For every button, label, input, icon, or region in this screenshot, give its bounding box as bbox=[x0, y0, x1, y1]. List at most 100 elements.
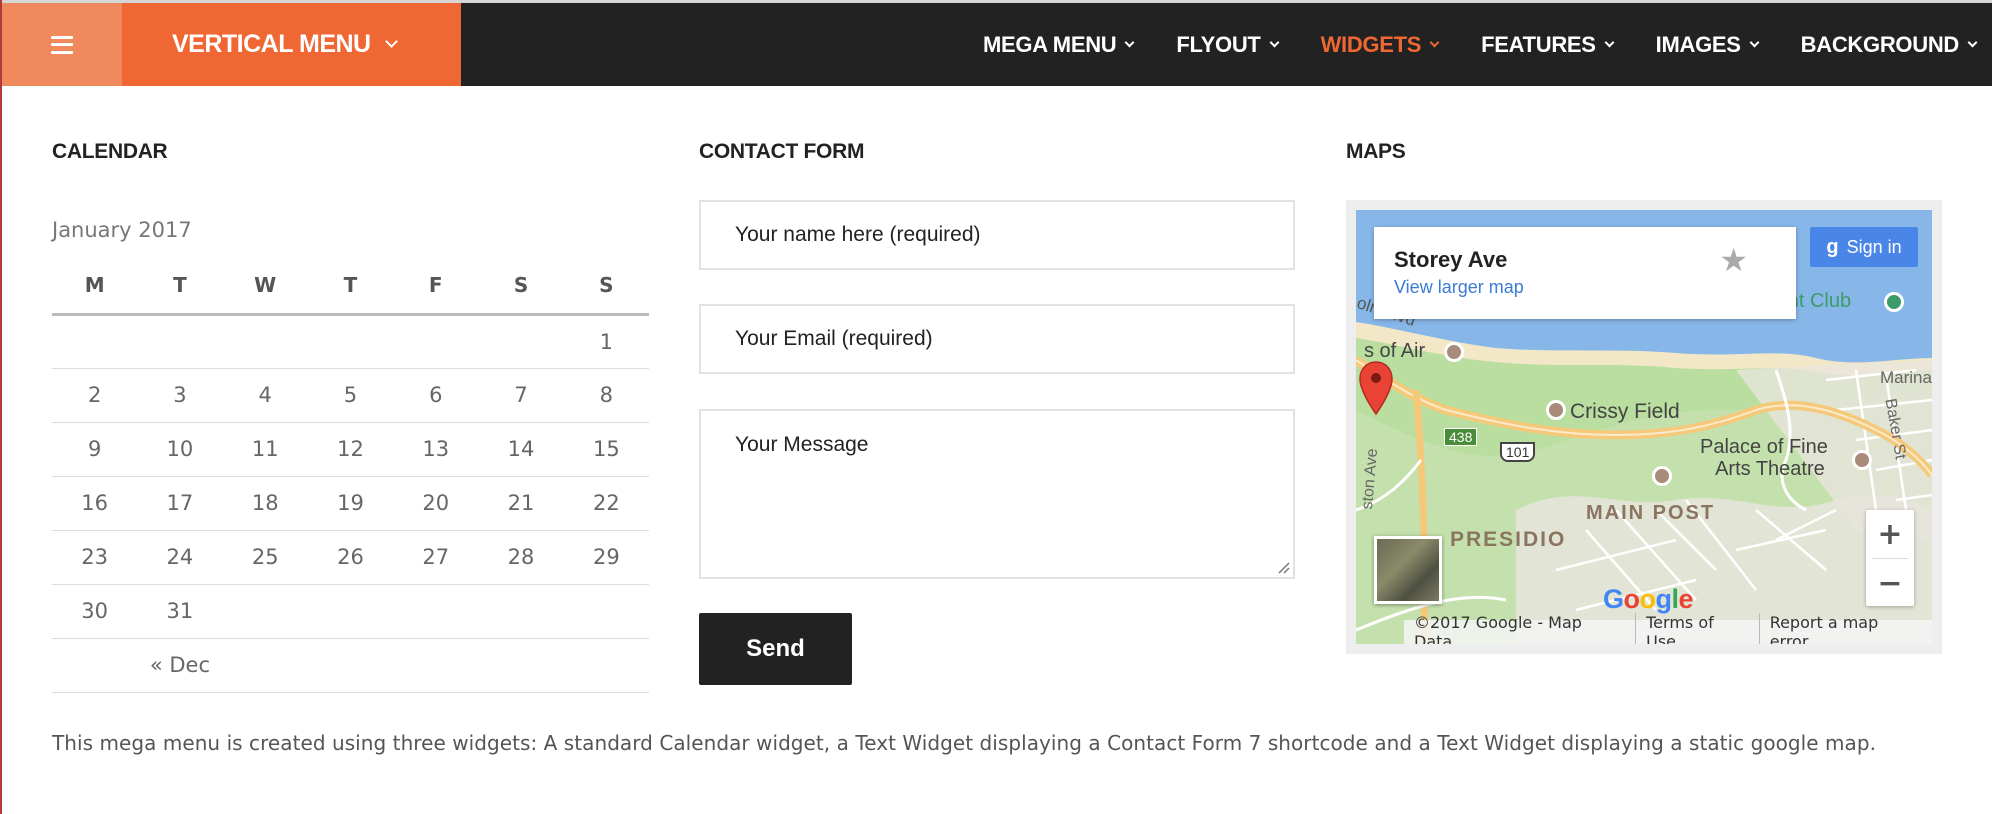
name-field-placeholder: Your name here (required) bbox=[735, 223, 981, 246]
chevron-down-icon bbox=[1604, 37, 1615, 47]
chevron-down-icon bbox=[1124, 37, 1135, 47]
email-field[interactable]: Your Email (required) bbox=[699, 304, 1295, 374]
map-pin-icon[interactable] bbox=[1358, 360, 1394, 416]
calendar-day bbox=[478, 584, 564, 639]
calendar-day: 13 bbox=[393, 422, 479, 477]
satellite-view-toggle[interactable] bbox=[1374, 536, 1442, 604]
map-attribution-bar: ©2017 Google - Map Data Terms of Use Rep… bbox=[1404, 613, 1932, 644]
map-zoom-controls: + − bbox=[1866, 510, 1914, 606]
hamburger-icon bbox=[51, 35, 73, 54]
calendar-day: 31 bbox=[137, 584, 223, 639]
nav-item-flyout[interactable]: FLYOUT bbox=[1176, 32, 1280, 58]
nav-item-images[interactable]: IMAGES bbox=[1655, 31, 1760, 58]
nav-item-label: FEATURES bbox=[1481, 31, 1596, 57]
calendar-day: 10 bbox=[137, 422, 223, 477]
nav-item-widgets[interactable]: WIDGETS bbox=[1320, 31, 1440, 58]
calendar-week-row: 9 10 11 12 13 14 15 bbox=[52, 422, 649, 477]
calendar-prev-month-link[interactable]: « Dec bbox=[52, 638, 308, 693]
star-icon[interactable]: ★ bbox=[1719, 241, 1748, 279]
nav-item-background[interactable]: BACKGROUND bbox=[1800, 31, 1978, 58]
chevron-down-icon bbox=[1749, 37, 1760, 47]
weekday-header: S bbox=[563, 258, 649, 316]
calendar-day bbox=[307, 314, 394, 369]
calendar-day: 16 bbox=[52, 476, 138, 531]
google-map[interactable]: St. Francis Yacht Club oln Blvd s of Air… bbox=[1356, 210, 1932, 644]
calendar-day: 4 bbox=[222, 368, 308, 423]
calendar-day: 11 bbox=[222, 422, 308, 477]
weekday-header: M bbox=[52, 258, 138, 316]
route-101-shield: 101 bbox=[1500, 442, 1536, 462]
resize-handle-icon[interactable] bbox=[1276, 560, 1290, 574]
calendar-day: 7 bbox=[478, 368, 564, 423]
calendar-day: 19 bbox=[307, 476, 394, 531]
calendar-day: 15 bbox=[563, 422, 649, 477]
calendar-day: 24 bbox=[137, 530, 223, 585]
report-map-error-link[interactable]: Report a map error bbox=[1758, 613, 1932, 644]
map-widget: St. Francis Yacht Club oln Blvd s of Air… bbox=[1346, 200, 1942, 654]
calendar-day bbox=[222, 584, 308, 639]
chevron-down-icon bbox=[384, 35, 398, 48]
window-left-border bbox=[0, 0, 2, 814]
maps-title: MAPS bbox=[1346, 140, 1406, 163]
map-label-palace-line2: Arts Theatre bbox=[1715, 458, 1825, 480]
calendar-week-row: 23 24 25 26 27 28 29 bbox=[52, 530, 649, 585]
poi-icon bbox=[1444, 342, 1464, 362]
message-field[interactable]: Your Message bbox=[699, 409, 1295, 579]
nav-item-features[interactable]: FEATURES bbox=[1481, 31, 1615, 58]
calendar-day bbox=[393, 314, 479, 369]
chevron-down-icon bbox=[1269, 37, 1280, 47]
calendar-day: 8 bbox=[563, 368, 649, 423]
poi-icon bbox=[1652, 466, 1672, 486]
name-field[interactable]: Your name here (required) bbox=[699, 200, 1295, 270]
calendar-week-row: 1 bbox=[52, 314, 649, 369]
nav-item-label: WIDGETS bbox=[1320, 31, 1422, 57]
calendar-day: 27 bbox=[393, 530, 479, 585]
hamburger-menu-button[interactable] bbox=[2, 3, 122, 86]
chevron-down-icon bbox=[1967, 37, 1978, 47]
zoom-in-button[interactable]: + bbox=[1866, 510, 1914, 558]
zoom-out-button[interactable]: − bbox=[1866, 559, 1914, 607]
calendar-day bbox=[137, 314, 223, 369]
sign-in-label: Sign in bbox=[1846, 236, 1902, 257]
message-field-placeholder: Your Message bbox=[735, 433, 869, 456]
nav-item-label: IMAGES bbox=[1655, 31, 1741, 57]
calendar-day: 5 bbox=[307, 368, 394, 423]
map-sign-in-button[interactable]: g Sign in bbox=[1810, 227, 1918, 267]
send-button[interactable]: Send bbox=[699, 613, 852, 685]
nav-item-label: BACKGROUND bbox=[1800, 31, 1960, 57]
calendar-widget: January 2017 M T W T F S S 1 2345678 9 10… bbox=[52, 218, 649, 693]
calendar-day bbox=[478, 314, 564, 369]
calendar-day: 28 bbox=[478, 530, 564, 585]
poi-icon bbox=[1546, 400, 1566, 420]
view-larger-map-link[interactable]: View larger map bbox=[1394, 277, 1796, 298]
chevron-down-icon bbox=[1429, 37, 1440, 47]
weekday-header: W bbox=[222, 258, 308, 316]
terms-of-use-link[interactable]: Terms of Use bbox=[1635, 613, 1759, 644]
route-438-shield: 438 bbox=[1444, 428, 1478, 446]
widgets-description: This mega menu is created using three wi… bbox=[52, 731, 1877, 755]
calendar-day: 6 bbox=[393, 368, 479, 423]
main-navbar: VERTICAL MENU MEGA MENU FLYOUT WIDGETS F… bbox=[2, 3, 1992, 86]
contact-form-title: CONTACT FORM bbox=[699, 140, 865, 163]
calendar-caption: January 2017 bbox=[52, 218, 192, 242]
weekday-header: S bbox=[478, 258, 564, 316]
email-field-placeholder: Your Email (required) bbox=[735, 327, 933, 350]
calendar-day: 12 bbox=[307, 422, 394, 477]
vertical-menu-button[interactable]: VERTICAL MENU bbox=[122, 3, 461, 86]
calendar-day bbox=[222, 314, 308, 369]
calendar-week-row: 16 17 18 19 20 21 22 bbox=[52, 476, 649, 531]
weekday-header: T bbox=[137, 258, 223, 316]
weekday-header: T bbox=[307, 258, 394, 316]
calendar-day: 22 bbox=[563, 476, 649, 531]
map-label-palace-line1: Palace of Fine bbox=[1700, 436, 1828, 458]
calendar-week-row: 2345678 bbox=[52, 368, 649, 423]
calendar-day: 1 bbox=[563, 314, 649, 369]
calendar-header-row: M T W T F S S bbox=[52, 258, 649, 316]
map-label-palace: Palace of Fine Arts Theatre bbox=[1700, 436, 1828, 480]
calendar-next-month-empty bbox=[307, 638, 649, 693]
map-label-main-post: MAIN POST bbox=[1586, 502, 1716, 524]
calendar-day: 30 bbox=[52, 584, 138, 639]
calendar-day bbox=[563, 584, 649, 639]
nav-item-mega-menu[interactable]: MEGA MENU bbox=[983, 32, 1135, 58]
map-label-marina: Marina bbox=[1880, 368, 1932, 387]
